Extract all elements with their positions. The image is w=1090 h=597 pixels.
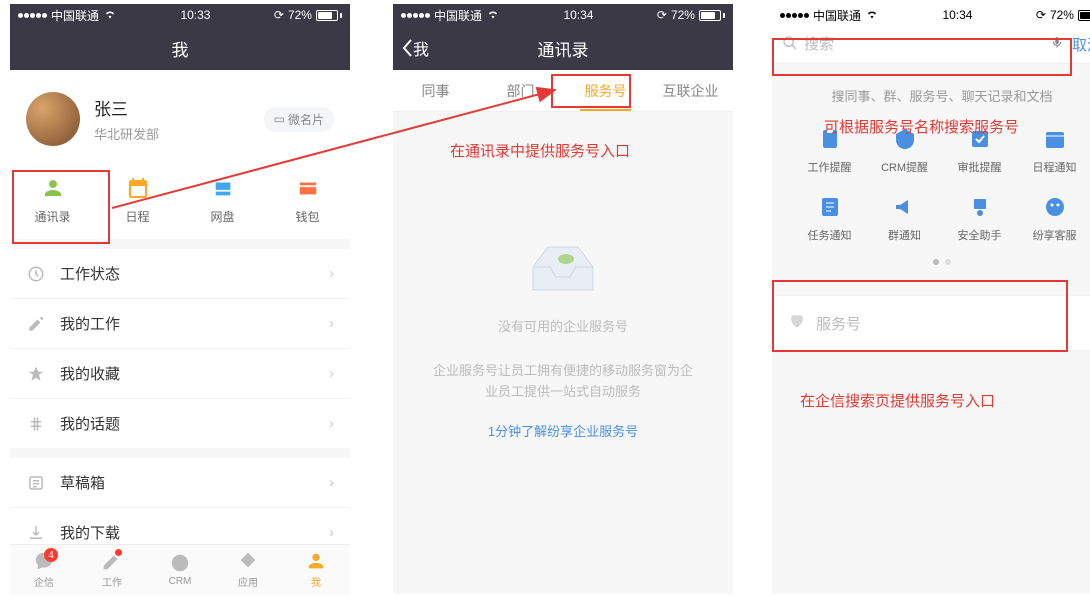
subtab-partners[interactable]: 互联企业 [648, 70, 733, 111]
card-icon: ▭ [274, 112, 285, 126]
empty-title: 没有可用的企业服务号 [498, 316, 628, 335]
clock: 10:34 [563, 8, 593, 22]
apps-icon [237, 550, 259, 572]
badge: 4 [44, 548, 58, 562]
battery-percent: 72% [288, 8, 312, 22]
pencil-icon [26, 314, 46, 334]
annotation-box-section [772, 280, 1068, 352]
status-bar: 中国联通 10:33 ⟳ 72% [10, 4, 350, 26]
battery-percent: 72% [671, 8, 695, 22]
chevron-right-icon: › [329, 415, 334, 432]
avatar[interactable] [26, 92, 80, 146]
annotation-box-search [772, 38, 1072, 76]
disk-icon [209, 176, 237, 200]
chevron-right-icon: › [329, 265, 334, 282]
tab-me[interactable]: 我 [282, 545, 350, 594]
calendar-icon [1041, 125, 1069, 153]
navbar: 我 通讯录 [393, 26, 733, 70]
svc-schedule[interactable]: 日程通知 [1017, 125, 1090, 175]
loading-icon: ⟳ [1036, 8, 1046, 22]
page-title: 我 [172, 36, 189, 61]
tab-bar: 4 企信 工作 CRM 应用 我 [10, 544, 350, 594]
svc-security[interactable]: 安全助手 [942, 193, 1017, 243]
signal-icon [401, 13, 430, 18]
battery-percent: 72% [1050, 8, 1074, 22]
profile-dept: 华北研发部 [94, 124, 250, 143]
calendar-icon [124, 176, 152, 200]
row-drafts[interactable]: 草稿箱 › [10, 458, 350, 508]
loading-icon: ⟳ [657, 8, 667, 22]
annotation-text-3: 在企信搜索页提供服务号入口 [800, 390, 995, 411]
clock: 10:34 [942, 8, 972, 22]
row-my-topics[interactable]: 我的话题 › [10, 399, 350, 448]
back-button[interactable]: 我 [401, 36, 429, 60]
status-bar: 中国联通 10:34 ⟳ 72% [772, 4, 1090, 26]
tab-apps[interactable]: 应用 [214, 545, 282, 594]
wallet-icon [294, 176, 322, 200]
annotation-text-2: 可根据服务号名称搜索服务号 [824, 116, 1019, 137]
star-icon [26, 364, 46, 384]
draft-icon [26, 473, 46, 493]
list-group-a: 工作状态 › 我的工作 › 我的收藏 › 我的话题 › [10, 249, 350, 448]
empty-description: 企业服务号让员工拥有便捷的移动服务窗为企 业员工提供一站式自动服务 [397, 361, 729, 403]
row-my-favorites[interactable]: 我的收藏 › [10, 349, 350, 399]
annotation-box-contacts [12, 170, 110, 244]
battery-icon [316, 10, 342, 21]
task-icon [816, 193, 844, 221]
tab-chat[interactable]: 4 企信 [10, 545, 78, 594]
clock: 10:33 [180, 8, 210, 22]
screen-me: 中国联通 10:33 ⟳ 72% 我 张三 华北研发部 ▭ 微名片 [10, 4, 350, 594]
loading-icon: ⟳ [274, 8, 284, 22]
svc-support[interactable]: 纷享客服 [1017, 193, 1090, 243]
headset-icon [1041, 193, 1069, 221]
status-icon [26, 264, 46, 284]
profile-header[interactable]: 张三 华北研发部 ▭ 微名片 [10, 70, 350, 168]
row-work-status[interactable]: 工作状态 › [10, 249, 350, 299]
battery-icon [699, 10, 725, 21]
carrier-label: 中国联通 [813, 7, 861, 24]
megaphone-icon [891, 193, 919, 221]
annotation-box-service-tab [551, 74, 631, 108]
subtab-colleagues[interactable]: 同事 [393, 70, 478, 111]
tab-work[interactable]: 工作 [78, 545, 146, 594]
download-icon [26, 523, 46, 543]
quick-wallet[interactable]: 钱包 [265, 176, 350, 225]
chevron-right-icon: › [329, 524, 334, 541]
svc-group[interactable]: 群通知 [867, 193, 942, 243]
battery-icon [1078, 10, 1090, 21]
wifi-icon [103, 8, 117, 23]
page-title: 通讯录 [538, 36, 589, 61]
profile-name: 张三 [94, 95, 250, 120]
tab-crm[interactable]: CRM [146, 545, 214, 594]
learn-more-link[interactable]: 1分钟了解纷享企业服务号 [488, 421, 638, 440]
page-indicator [772, 259, 1090, 275]
status-bar: 中国联通 10:34 ⟳ 72% [393, 4, 733, 26]
cancel-button[interactable]: 取消 [1072, 34, 1090, 55]
row-my-work[interactable]: 我的工作 › [10, 299, 350, 349]
wifi-icon [486, 8, 500, 23]
chevron-right-icon: › [329, 365, 334, 382]
crm-icon [169, 552, 191, 574]
list-group-b: 草稿箱 › 我的下载 › [10, 458, 350, 557]
dot-badge [115, 549, 122, 556]
hash-icon [26, 414, 46, 434]
mini-card-button[interactable]: ▭ 微名片 [264, 107, 334, 132]
signal-icon [18, 13, 47, 18]
empty-state: 没有可用的企业服务号 企业服务号让员工拥有便捷的移动服务窗为企 业员工提供一站式… [393, 112, 733, 440]
chevron-right-icon: › [329, 474, 334, 491]
person-icon [305, 550, 327, 572]
carrier-label: 中国联通 [51, 7, 99, 24]
shield-icon [966, 193, 994, 221]
chevron-right-icon: › [329, 315, 334, 332]
svc-task[interactable]: 任务通知 [792, 193, 867, 243]
carrier-label: 中国联通 [434, 7, 482, 24]
navbar: 我 [10, 26, 350, 70]
signal-icon [780, 13, 809, 18]
annotation-text-1: 在通讯录中提供服务号入口 [450, 140, 630, 161]
wifi-icon [865, 8, 879, 23]
inbox-icon [518, 232, 608, 302]
quick-disk[interactable]: 网盘 [180, 176, 265, 225]
